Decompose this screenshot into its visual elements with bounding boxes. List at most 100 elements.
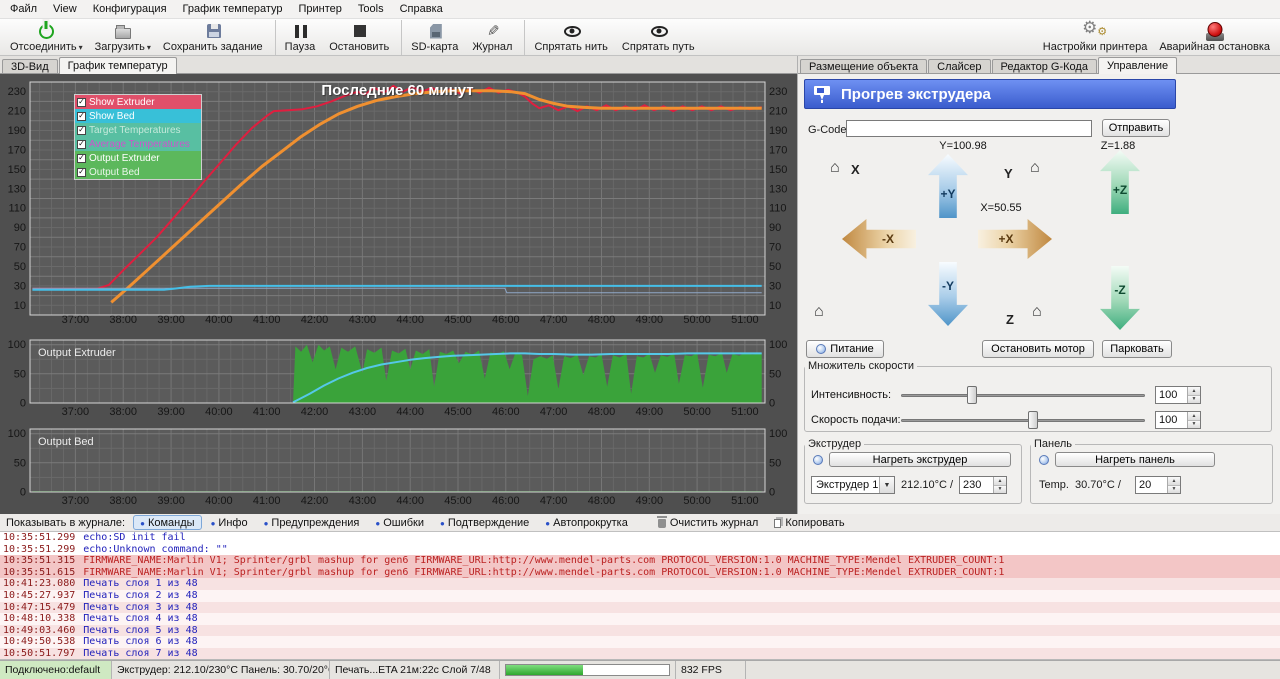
jog-plus-z-button[interactable]: +Z xyxy=(1100,150,1140,214)
gcode-input[interactable] xyxy=(846,120,1092,137)
toolbar-button[interactable]: Отсоединить▾ xyxy=(4,20,89,55)
menu-item[interactable]: Принтер xyxy=(291,1,350,17)
jog-minus-z-button[interactable]: -Z xyxy=(1100,266,1140,330)
extruder-select[interactable]: Экструдер 1 xyxy=(811,476,895,494)
legend-item[interactable]: Show Bed xyxy=(75,109,201,123)
home-x-button[interactable] xyxy=(830,160,848,176)
legend-item[interactable]: Target Temperatures xyxy=(75,123,201,137)
bed-group: Панель Нагреть панель Temp. 30.70°C / 20 xyxy=(1030,438,1273,504)
legend-item[interactable]: Show Extruder xyxy=(75,95,201,109)
toolbar-button[interactable]: Сохранить задание xyxy=(157,20,276,55)
right-tab-strip: Размещение объекта Слайсер Редактор G-Ко… xyxy=(798,56,1280,74)
right-tab[interactable]: Управление xyxy=(1098,57,1177,74)
toolbar-button[interactable]: Спрятать путь xyxy=(616,20,703,55)
speed-slider[interactable] xyxy=(901,411,1145,429)
slider-track[interactable] xyxy=(901,394,1145,397)
stop-motor-button[interactable]: Остановить мотор xyxy=(982,340,1094,358)
home-icon xyxy=(1030,163,1040,175)
save-icon xyxy=(207,24,221,38)
jog-plus-x-button[interactable]: +X xyxy=(978,219,1052,259)
spinner-up-icon[interactable] xyxy=(994,477,1006,486)
slider-thumb[interactable] xyxy=(1028,411,1038,429)
left-tab[interactable]: 3D-Вид xyxy=(2,59,58,73)
extruder-heat-led-icon[interactable] xyxy=(813,455,823,465)
bed-target-spinner[interactable]: 20 xyxy=(1135,476,1181,494)
legend-item[interactable]: Output Extruder xyxy=(75,151,201,165)
extruder-target-spinner[interactable]: 230 xyxy=(959,476,1007,494)
extruder-group-title: Экструдер xyxy=(805,438,864,450)
menu-item[interactable]: График температур xyxy=(175,1,291,17)
spinner-down-icon[interactable] xyxy=(994,486,1006,494)
log-filter-toggle[interactable]: Предупреждения xyxy=(257,515,367,530)
spinner-down-icon[interactable] xyxy=(1188,421,1200,429)
slider-track[interactable] xyxy=(901,419,1145,422)
menu-item[interactable]: Tools xyxy=(350,1,392,17)
temperature-graph-panel: 2302302102101901901701701501501301301101… xyxy=(0,74,797,514)
toolbar-button[interactable]: Загрузить▾ xyxy=(89,20,157,55)
jog-minus-x-button[interactable]: -X xyxy=(842,219,916,259)
heat-extruder-button[interactable]: Нагреть экструдер xyxy=(829,452,1011,467)
left-tab[interactable]: График температур xyxy=(59,57,177,74)
legend-checkbox-icon[interactable] xyxy=(77,98,86,107)
spinner-up-icon[interactable] xyxy=(1168,477,1180,486)
legend-checkbox-icon[interactable] xyxy=(77,112,86,121)
power-button[interactable]: Питание xyxy=(806,340,884,358)
speed-slider[interactable] xyxy=(901,386,1145,404)
menu-item[interactable]: Файл xyxy=(2,1,45,17)
toolbar-button[interactable]: Журнал xyxy=(466,20,525,55)
spinner-up-icon[interactable] xyxy=(1188,412,1200,421)
spinner-up-icon[interactable] xyxy=(1188,387,1200,396)
log-filter-toggle[interactable]: Подтверждение xyxy=(433,515,536,530)
home-z-button[interactable] xyxy=(1032,304,1050,320)
legend-checkbox-icon[interactable] xyxy=(77,154,86,163)
park-button[interactable]: Парковать xyxy=(1102,340,1172,358)
menu-item[interactable]: View xyxy=(45,1,85,17)
log-filter-toggle[interactable]: Команды xyxy=(133,515,201,530)
svg-text:49:00: 49:00 xyxy=(636,314,664,326)
toolbar-button[interactable]: Пауза xyxy=(279,20,324,55)
home-all-button[interactable] xyxy=(814,304,832,320)
select-arrow-icon[interactable] xyxy=(879,477,894,493)
right-tab[interactable]: Слайсер xyxy=(928,59,990,73)
clear-log-button[interactable]: Очистить журнал xyxy=(651,515,766,530)
spinner-down-icon[interactable] xyxy=(1168,486,1180,494)
right-tab[interactable]: Редактор G-Кода xyxy=(992,59,1097,73)
log-filter-toggle[interactable]: Инфо xyxy=(204,515,255,530)
gcode-send-button[interactable]: Отправить xyxy=(1102,119,1170,137)
svg-text:38:00: 38:00 xyxy=(109,495,137,506)
right-tab[interactable]: Размещение объекта xyxy=(800,59,927,73)
speed-spinner[interactable]: 100 xyxy=(1155,386,1201,404)
legend-item[interactable]: Output Bed xyxy=(75,165,201,179)
speed-row: Скорость подачи: 100 xyxy=(805,411,1271,433)
bed-heat-led-icon[interactable] xyxy=(1039,455,1049,465)
toolbar-button[interactable]: Остановить xyxy=(323,20,402,55)
log-view[interactable]: 10:35:51.299echo:SD init fail 10:35:51.2… xyxy=(0,532,1280,660)
extruder-current-temp: 212.10°C / xyxy=(901,479,953,491)
toolbar-button[interactable]: Спрятать нить xyxy=(528,20,615,55)
svg-text:43:00: 43:00 xyxy=(349,406,377,417)
toolbar-button[interactable]: SD-карта xyxy=(405,20,466,55)
speed-multiplier-group: Множитель скорости Интенсивность: 100 xyxy=(804,360,1272,432)
y-position-label: Y=100.98 xyxy=(923,140,1003,152)
menu-item[interactable]: Справка xyxy=(392,1,451,17)
copy-log-button[interactable]: Копировать xyxy=(767,515,851,530)
legend-checkbox-icon[interactable] xyxy=(77,126,86,135)
log-filter-toggle[interactable]: Автопрокрутка xyxy=(538,515,635,530)
legend-item[interactable]: Average Temperatures xyxy=(75,137,201,151)
svg-text:230: 230 xyxy=(8,86,26,98)
jog-minus-y-button[interactable]: -Y xyxy=(928,262,968,326)
spinner-down-icon[interactable] xyxy=(1188,396,1200,404)
slider-thumb[interactable] xyxy=(967,386,977,404)
menu-item[interactable]: Конфигурация xyxy=(85,1,175,17)
toolbar-button[interactable]: Аварийная остановка xyxy=(1153,20,1276,55)
speed-spinner[interactable]: 100 xyxy=(1155,411,1201,429)
jog-plus-y-button[interactable]: +Y xyxy=(928,154,968,218)
legend-checkbox-icon[interactable] xyxy=(77,168,86,177)
svg-text:44:00: 44:00 xyxy=(396,314,424,326)
toolbar-button[interactable]: Настройки принтера xyxy=(1037,20,1154,55)
legend-checkbox-icon[interactable] xyxy=(77,140,86,149)
heat-bed-button[interactable]: Нагреть панель xyxy=(1055,452,1215,467)
svg-text:10: 10 xyxy=(14,300,26,312)
home-y-button[interactable] xyxy=(1030,160,1048,176)
log-filter-toggle[interactable]: Ошибки xyxy=(368,515,431,530)
